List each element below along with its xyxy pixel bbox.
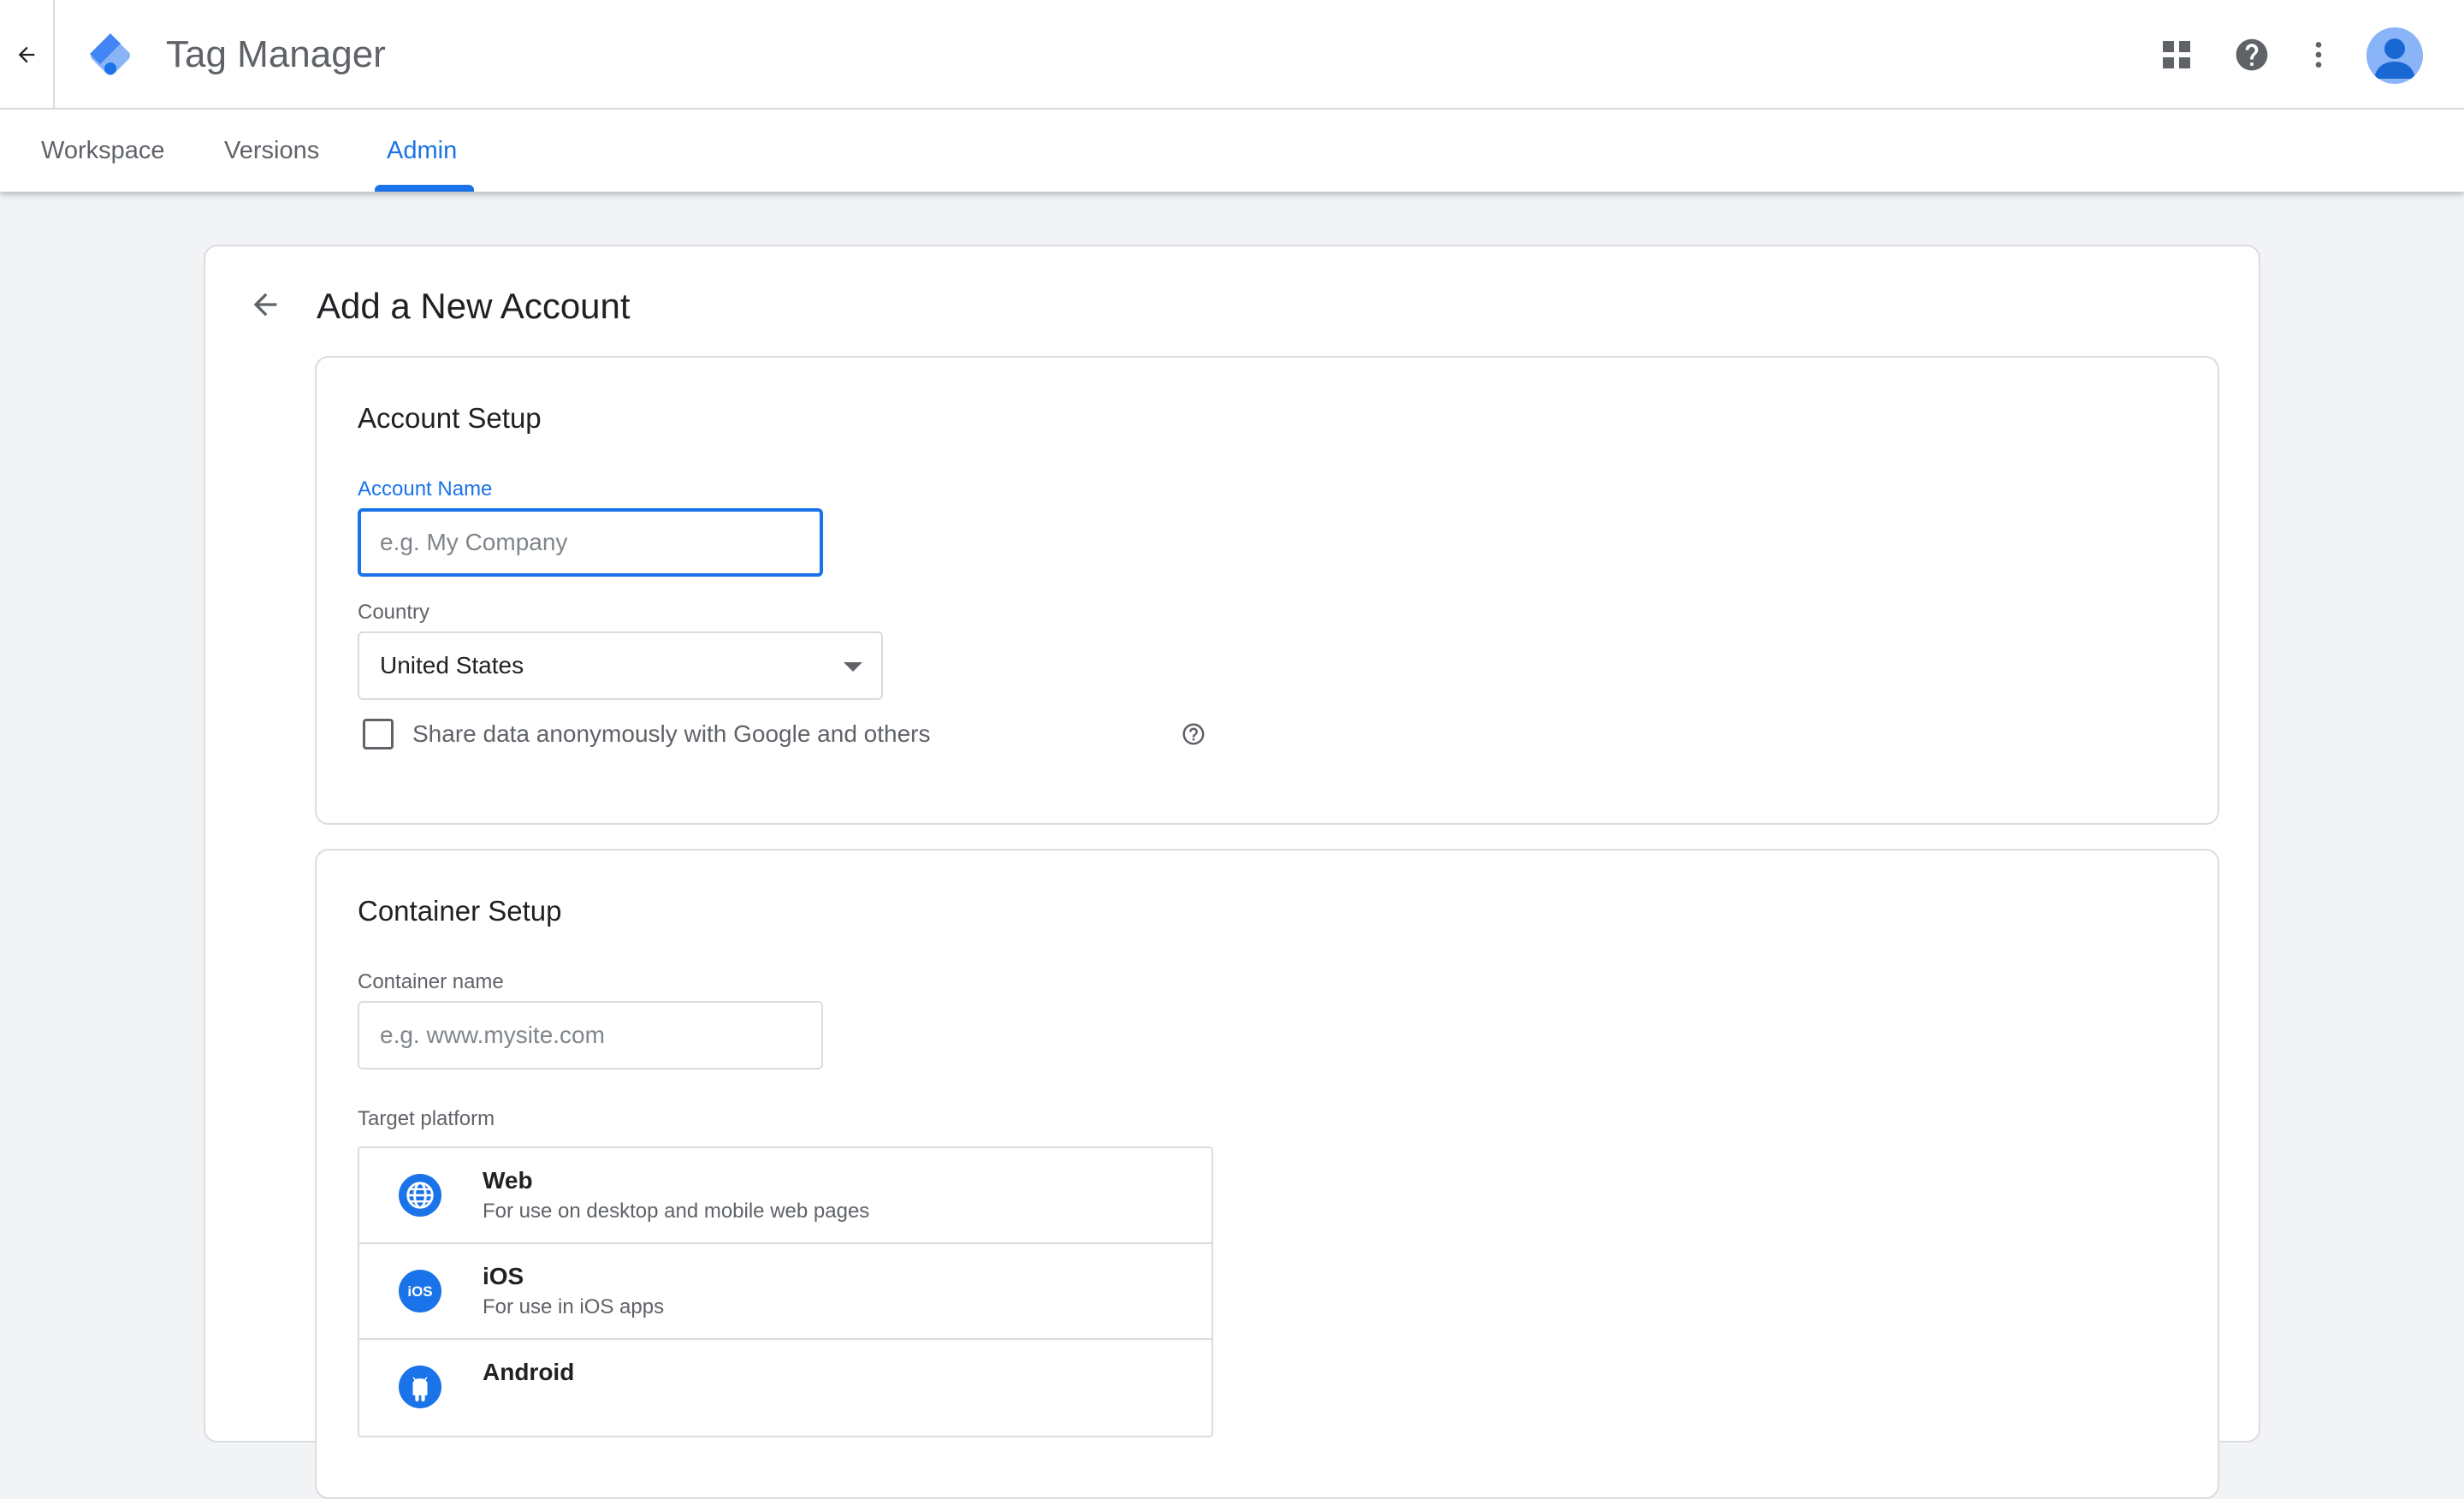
apps-grid-icon[interactable] xyxy=(2151,29,2202,80)
dropdown-arrow-icon xyxy=(844,662,862,672)
account-name-label: Account Name xyxy=(358,477,493,501)
tab-bar: Workspace Versions Admin xyxy=(0,110,2464,192)
platform-option-web[interactable]: Web For use on desktop and mobile web pa… xyxy=(359,1148,1211,1244)
platform-list: Web For use on desktop and mobile web pa… xyxy=(358,1146,1213,1437)
app-header: Tag Manager xyxy=(0,0,2464,110)
platform-name: Android xyxy=(483,1359,575,1385)
back-arrow-icon[interactable] xyxy=(241,281,289,329)
tab-workspace[interactable]: Workspace xyxy=(41,110,165,192)
share-data-label: Share data anonymously with Google and o… xyxy=(412,720,931,747)
help-icon[interactable] xyxy=(2226,29,2277,80)
section-title: Account Setup xyxy=(358,402,542,434)
country-label: Country xyxy=(358,601,430,624)
country-select[interactable]: United States xyxy=(358,631,883,700)
platform-option-android[interactable]: Android xyxy=(359,1340,1211,1436)
app-title: Tag Manager xyxy=(166,33,386,75)
svg-text:iOS: iOS xyxy=(407,1283,432,1300)
android-icon xyxy=(399,1366,441,1408)
account-setup-section: Account Setup Account Name Country Unite… xyxy=(315,356,2219,825)
page-title: Add a New Account xyxy=(317,286,631,326)
new-account-card: Add a New Account Account Setup Account … xyxy=(204,245,2260,1499)
tag-manager-logo-icon xyxy=(84,29,137,82)
container-setup-section: Container Setup Container name Target pl… xyxy=(315,849,2219,1499)
active-tab-indicator xyxy=(375,185,474,192)
more-vert-icon[interactable] xyxy=(2293,29,2344,80)
platform-name: iOS xyxy=(483,1263,524,1289)
container-name-input[interactable] xyxy=(358,1001,823,1069)
target-platform-label: Target platform xyxy=(358,1107,495,1130)
help-outline-icon[interactable] xyxy=(1181,721,1206,747)
globe-icon xyxy=(399,1174,441,1217)
back-arrow-icon[interactable] xyxy=(0,0,55,110)
account-name-input[interactable] xyxy=(358,508,823,577)
country-select-value: United States xyxy=(380,652,524,678)
share-data-checkbox[interactable] xyxy=(363,719,394,750)
section-title: Container Setup xyxy=(358,895,562,927)
tab-versions[interactable]: Versions xyxy=(224,110,319,192)
platform-description: For use on desktop and mobile web pages xyxy=(483,1200,870,1223)
avatar[interactable] xyxy=(2366,27,2423,84)
container-name-label: Container name xyxy=(358,970,504,993)
platform-description: For use in iOS apps xyxy=(483,1295,665,1318)
ios-icon: iOS xyxy=(399,1270,441,1312)
platform-option-ios[interactable]: iOS iOS For use in iOS apps xyxy=(359,1244,1211,1340)
tab-admin[interactable]: Admin xyxy=(387,110,457,192)
platform-name: Web xyxy=(483,1167,533,1194)
